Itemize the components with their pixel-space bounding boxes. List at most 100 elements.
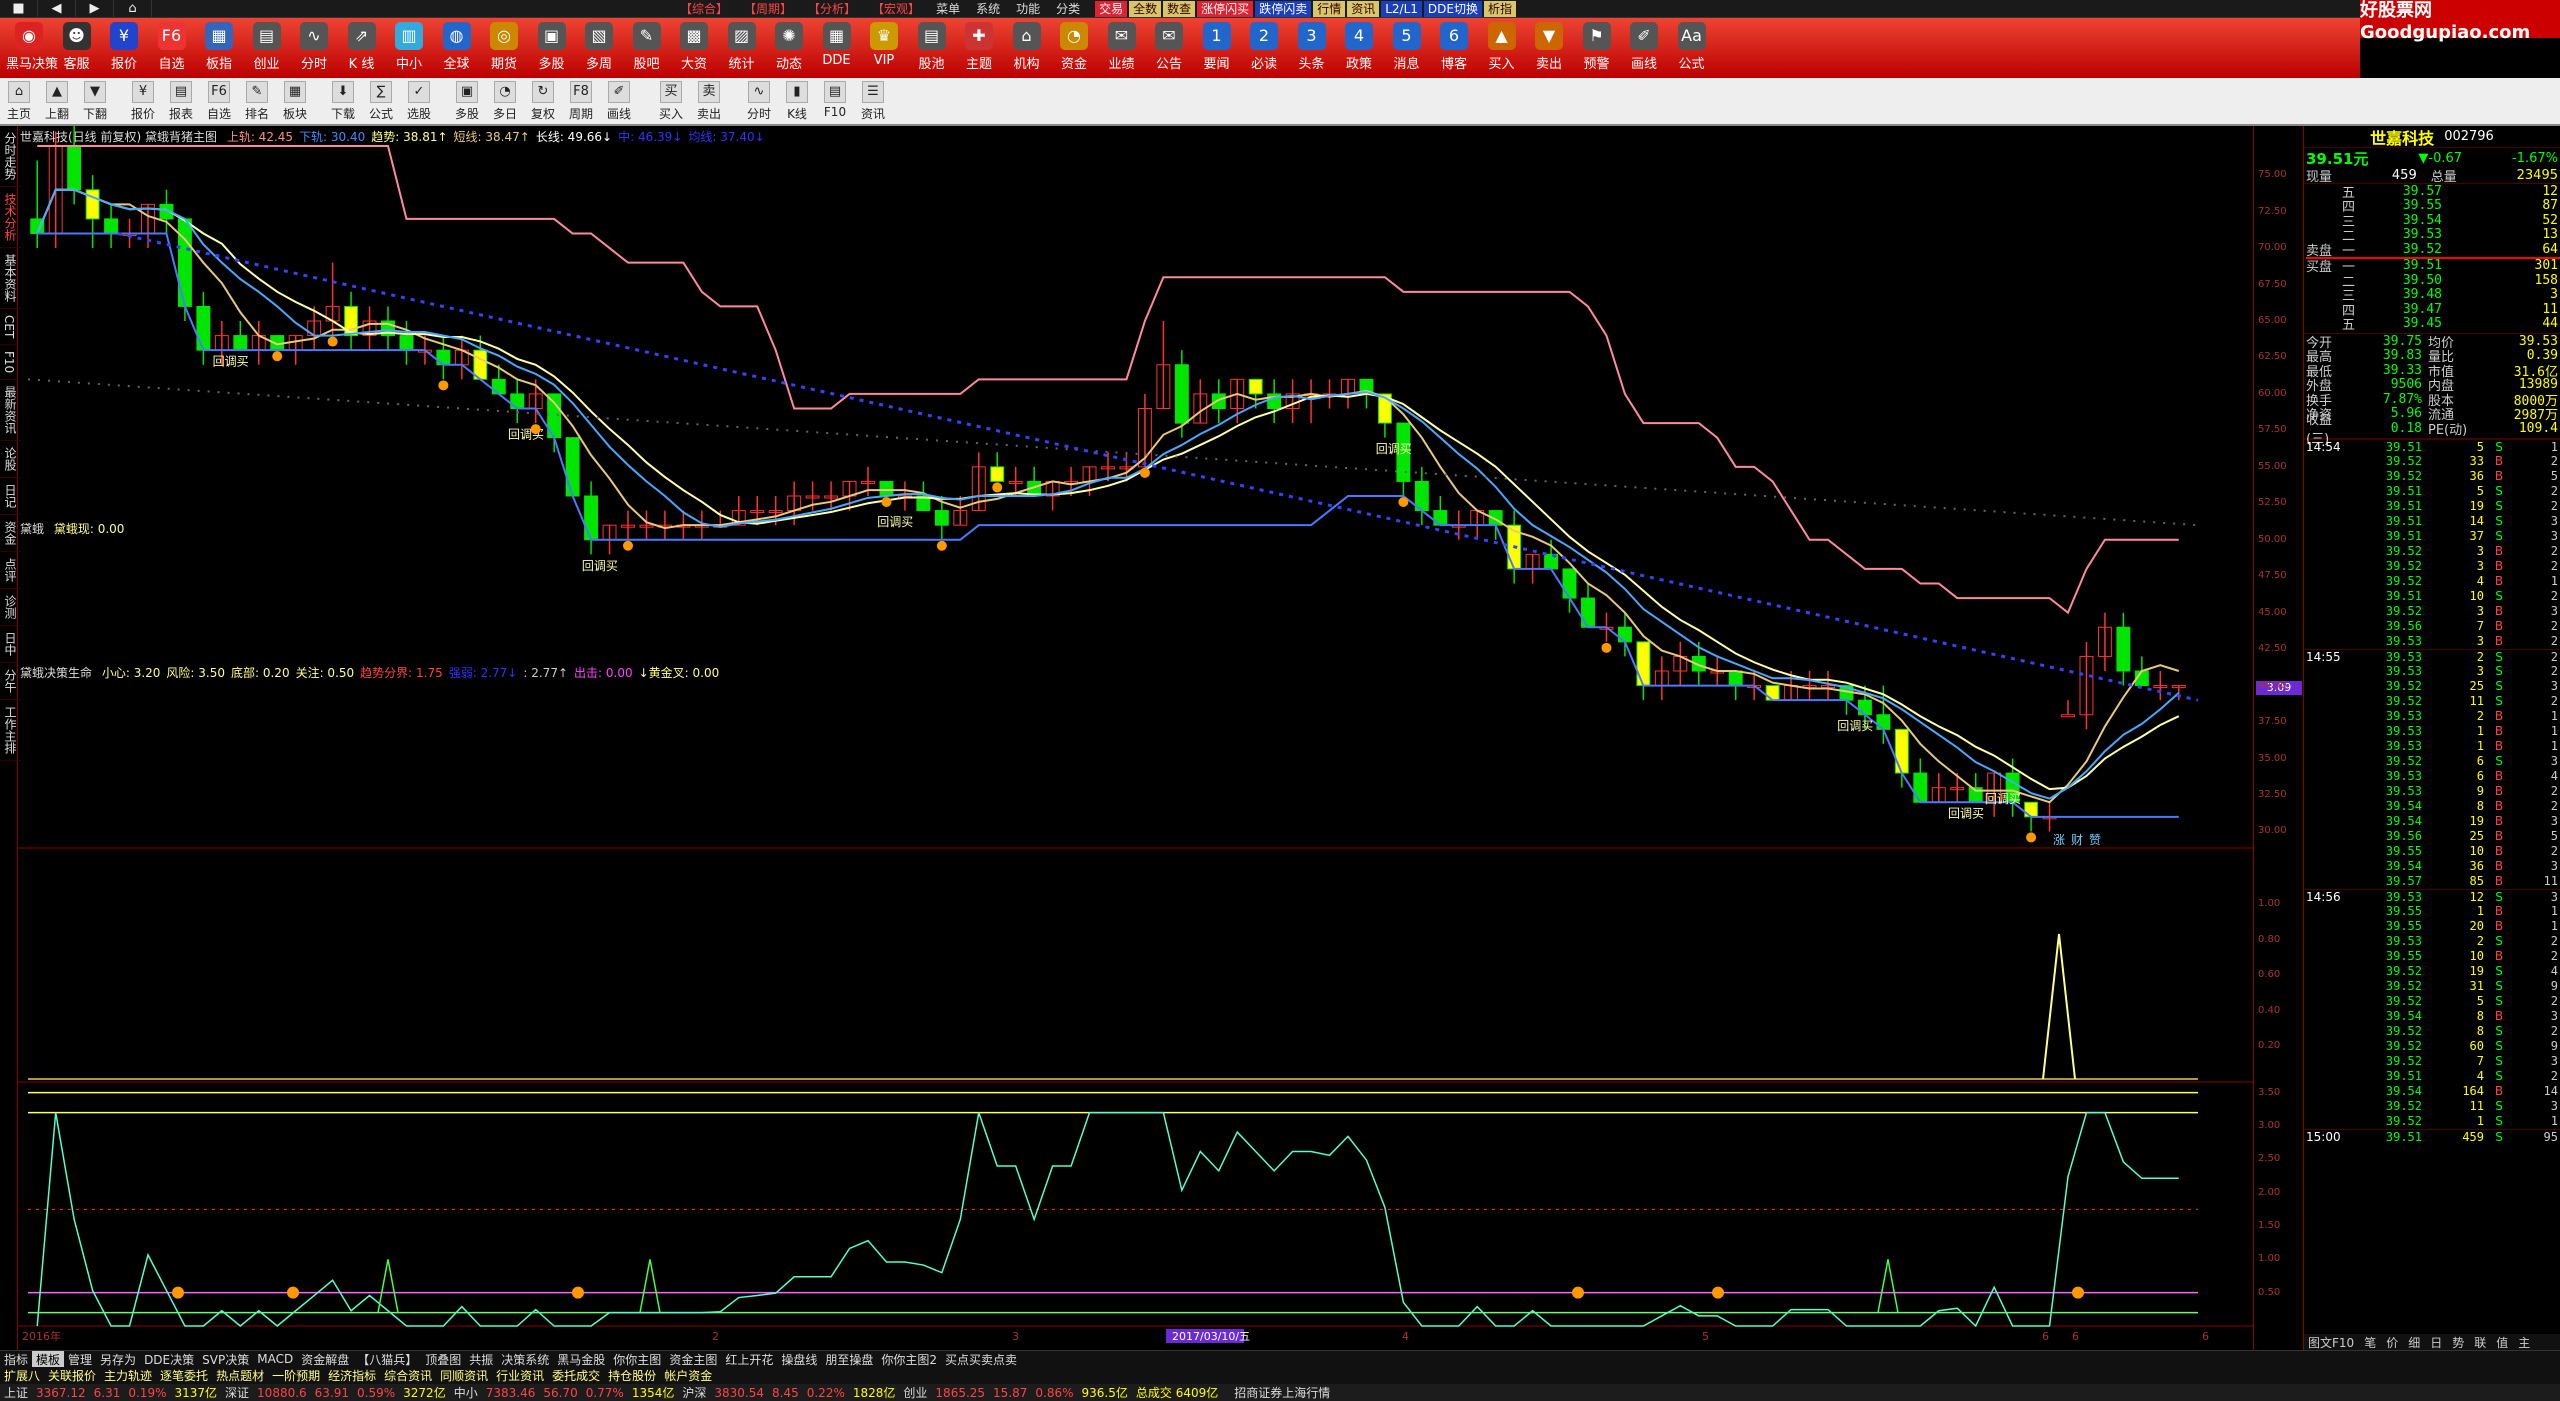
toolbar-button[interactable]: ✺ 动态 bbox=[766, 22, 812, 76]
toolbar-button[interactable]: ⇗ K 线 bbox=[339, 22, 385, 76]
toolbar2-button[interactable]: ▼ 下翻 bbox=[76, 81, 114, 123]
toolbar-button[interactable]: ☻ 客服 bbox=[54, 22, 100, 76]
extension-tab[interactable]: 经济指标 bbox=[324, 1367, 380, 1384]
toolbar2-button[interactable]: ↻ 复权 bbox=[524, 81, 562, 123]
toolbar2-button[interactable]: 买买入 bbox=[652, 81, 690, 123]
chart-area[interactable]: 世嘉科技(日线 前复权) 黛蛾背猪主图 上轨: 42.45 下轨: 30.40 趋势… bbox=[18, 126, 2253, 1350]
nav-button-2[interactable]: ▶ bbox=[76, 0, 114, 18]
toolbar-button[interactable]: ▦ 板指 bbox=[196, 22, 242, 76]
toolbar-button[interactable]: ▦ DDE bbox=[814, 22, 860, 76]
toolbar-button[interactable]: ∿ 分时 bbox=[291, 22, 337, 76]
toolbar2-button[interactable]: ◔ 多日 bbox=[486, 81, 524, 123]
extension-tab[interactable]: 一阶预期 bbox=[268, 1367, 324, 1384]
menu-item[interactable]: 【综合】 bbox=[672, 0, 736, 18]
toolbar2-button[interactable]: ⌂ 主页 bbox=[0, 81, 38, 123]
index-name[interactable]: 沪深 bbox=[678, 1384, 710, 1401]
panel-tab[interactable]: 笔 bbox=[2364, 1334, 2376, 1351]
menu-item[interactable]: 菜单 bbox=[928, 0, 968, 18]
indicator-tab[interactable]: 共振 bbox=[465, 1351, 497, 1367]
toolbar2-button[interactable]: ☰ 资讯 bbox=[854, 81, 892, 123]
indicator-tab[interactable]: 你你主图 bbox=[609, 1351, 665, 1367]
trade-shortcut[interactable]: 行情 bbox=[1313, 0, 1346, 17]
extension-tab[interactable]: 帐户资金 bbox=[660, 1367, 716, 1384]
toolbar-button[interactable]: 6 博客 bbox=[1431, 22, 1477, 76]
trade-shortcut[interactable]: DDE切换 bbox=[1423, 0, 1482, 17]
indicator-tab[interactable]: 朋至操盘 bbox=[821, 1351, 877, 1367]
toolbar-button[interactable]: ✐ 画线 bbox=[1621, 22, 1667, 76]
toolbar-button[interactable]: 2 必读 bbox=[1241, 22, 1287, 76]
toolbar-button[interactable]: ▧ 多周 bbox=[576, 22, 622, 76]
indicator-tab[interactable]: 你你主图2 bbox=[877, 1351, 941, 1367]
panel-tab[interactable]: 价 bbox=[2386, 1334, 2398, 1351]
panel-tab[interactable]: 联 bbox=[2474, 1334, 2486, 1351]
toolbar-button[interactable]: ▣ 多股 bbox=[529, 22, 575, 76]
toolbar2-button[interactable]: ∿ 分时 bbox=[740, 81, 778, 123]
indicator-tab[interactable]: 黑马金股 bbox=[553, 1351, 609, 1367]
toolbar-button[interactable]: ▼ 卖出 bbox=[1526, 22, 1572, 76]
trade-shortcut[interactable]: 涨停闪买 bbox=[1197, 0, 1254, 17]
toolbar-button[interactable]: ◎ 期货 bbox=[481, 22, 527, 76]
candlestick-chart[interactable]: 79.20回调买回调买回调买回调买回调买回调买回调买回调买涨财赞2016年232… bbox=[18, 126, 2253, 1350]
indicator-tab[interactable]: MACD bbox=[253, 1352, 297, 1366]
toolbar-button[interactable]: ▤ 股池 bbox=[909, 22, 955, 76]
panel-tab[interactable]: 主 bbox=[2518, 1334, 2530, 1351]
index-name[interactable]: 深证 bbox=[221, 1384, 253, 1401]
indicator-tab[interactable]: 决策系统 bbox=[497, 1351, 553, 1367]
nav-button-1[interactable]: ◀ bbox=[38, 0, 76, 18]
panel-tab[interactable]: 图文F10 bbox=[2308, 1334, 2354, 1351]
indicator-tab[interactable]: 指标 bbox=[0, 1351, 32, 1367]
menu-item[interactable]: 【周期】 bbox=[736, 0, 800, 18]
toolbar-button[interactable]: ✚ 主题 bbox=[956, 22, 1002, 76]
toolbar-button[interactable]: 3 头条 bbox=[1289, 22, 1335, 76]
toolbar-button[interactable]: ▲ 买入 bbox=[1479, 22, 1525, 76]
trade-shortcut[interactable]: L2/L1 bbox=[1381, 0, 1422, 17]
toolbar2-button[interactable]: ▣ 多股 bbox=[448, 81, 486, 123]
index-name[interactable]: 创业 bbox=[899, 1384, 931, 1401]
indicator-tab[interactable]: SVP决策 bbox=[198, 1351, 253, 1367]
menu-item[interactable]: 【分析】 bbox=[800, 0, 864, 18]
extension-tab[interactable]: 热点题材 bbox=[212, 1367, 268, 1384]
indicator-tab[interactable]: 资金主图 bbox=[665, 1351, 721, 1367]
toolbar-button[interactable]: 1 要闻 bbox=[1194, 22, 1240, 76]
toolbar-button[interactable]: ✉ 公告 bbox=[1146, 22, 1192, 76]
panel-tab[interactable]: 日 bbox=[2430, 1334, 2442, 1351]
indicator-tab[interactable]: 【八猫兵】 bbox=[353, 1351, 421, 1367]
side-tab[interactable]: CET bbox=[0, 309, 18, 346]
toolbar-button[interactable]: ✉ 业绩 bbox=[1099, 22, 1145, 76]
index-name[interactable]: 上证 bbox=[0, 1384, 32, 1401]
toolbar-button[interactable]: ◉ 黑马决策 bbox=[6, 22, 58, 76]
extension-tab[interactable]: 主力轨迹 bbox=[100, 1367, 156, 1384]
trade-shortcut[interactable]: 数查 bbox=[1163, 0, 1196, 17]
panel-tab[interactable]: 细 bbox=[2408, 1334, 2420, 1351]
panel-tab[interactable]: 势 bbox=[2452, 1334, 2464, 1351]
toolbar-button[interactable]: ▤ 创业 bbox=[244, 22, 290, 76]
toolbar-button[interactable]: ♛ VIP bbox=[861, 22, 907, 76]
menu-item[interactable]: 功能 bbox=[1008, 0, 1048, 18]
toolbar2-button[interactable]: ▦ 板块 bbox=[276, 81, 314, 123]
nav-button-0[interactable]: ■ bbox=[0, 0, 38, 18]
toolbar2-button[interactable]: ⬇ 下载 bbox=[324, 81, 362, 123]
trade-shortcut[interactable]: 交易 bbox=[1095, 0, 1128, 17]
trade-shortcut[interactable]: 析指 bbox=[1484, 0, 1517, 17]
toolbar-button[interactable]: 5 消息 bbox=[1384, 22, 1430, 76]
trade-shortcut[interactable]: 跌停闪卖 bbox=[1255, 0, 1312, 17]
toolbar2-button[interactable]: 卖卖出 bbox=[690, 81, 728, 123]
toolbar-button[interactable]: F6 自选 bbox=[149, 22, 195, 76]
trade-shortcut[interactable]: 资讯 bbox=[1347, 0, 1380, 17]
indicator-tab[interactable]: DDE决策 bbox=[140, 1351, 198, 1367]
menu-item[interactable]: 系统 bbox=[968, 0, 1008, 18]
toolbar-button[interactable]: ◍ 全球 bbox=[434, 22, 480, 76]
extension-tab[interactable]: 综合资讯 bbox=[380, 1367, 436, 1384]
indicator-tab[interactable]: 模板 bbox=[32, 1351, 65, 1367]
menu-item[interactable]: 【宏观】 bbox=[864, 0, 928, 18]
indicator-tab[interactable]: 操盘线 bbox=[777, 1351, 821, 1367]
toolbar-button[interactable]: ▨ 统计 bbox=[719, 22, 765, 76]
toolbar-button[interactable]: ⌂ 机构 bbox=[1004, 22, 1050, 76]
toolbar-button[interactable]: 4 政策 bbox=[1336, 22, 1382, 76]
toolbar2-button[interactable]: ¥ 报价 bbox=[124, 81, 162, 123]
toolbar-button[interactable]: ◔ 资金 bbox=[1051, 22, 1097, 76]
toolbar2-button[interactable]: ✓ 选股 bbox=[400, 81, 438, 123]
extension-tab[interactable]: 持仓股份 bbox=[604, 1367, 660, 1384]
toolbar2-button[interactable]: ✎ 排名 bbox=[238, 81, 276, 123]
extension-tab[interactable]: 同顺资讯 bbox=[436, 1367, 492, 1384]
